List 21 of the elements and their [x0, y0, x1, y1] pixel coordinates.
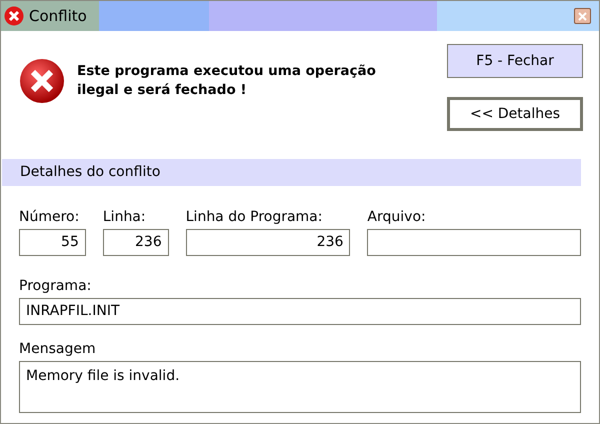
field-label: Linha:	[102, 208, 147, 226]
details-button[interactable]: << Detalhes	[447, 97, 583, 131]
section-header: Detalhes do conflito	[2, 159, 581, 186]
input-field[interactable]: 55	[19, 229, 86, 256]
input-field[interactable]	[367, 229, 581, 256]
close-button[interactable]	[574, 8, 591, 24]
error-icon	[19, 58, 65, 104]
input-field[interactable]: 236	[186, 229, 350, 256]
close-button[interactable]: F5 - Fechar	[447, 44, 583, 78]
error-message: Este programa executou uma operação ilegal e será fechado !	[77, 62, 377, 100]
error-icon	[4, 6, 24, 26]
field-label: Linha do Programa:	[186, 208, 324, 226]
input-field[interactable]: 236	[102, 229, 169, 256]
window-title: Conflito	[29, 6, 87, 27]
program-field[interactable]: INRAPFIL.INIT	[19, 298, 581, 325]
field-label: Número:	[19, 208, 80, 226]
close-icon	[578, 12, 587, 20]
field-label: Programa:	[19, 277, 92, 295]
message-field[interactable]: Memory file is invalid.	[19, 361, 581, 413]
field-label: Mensagem	[19, 340, 97, 358]
field-label: Arquivo:	[367, 208, 427, 226]
